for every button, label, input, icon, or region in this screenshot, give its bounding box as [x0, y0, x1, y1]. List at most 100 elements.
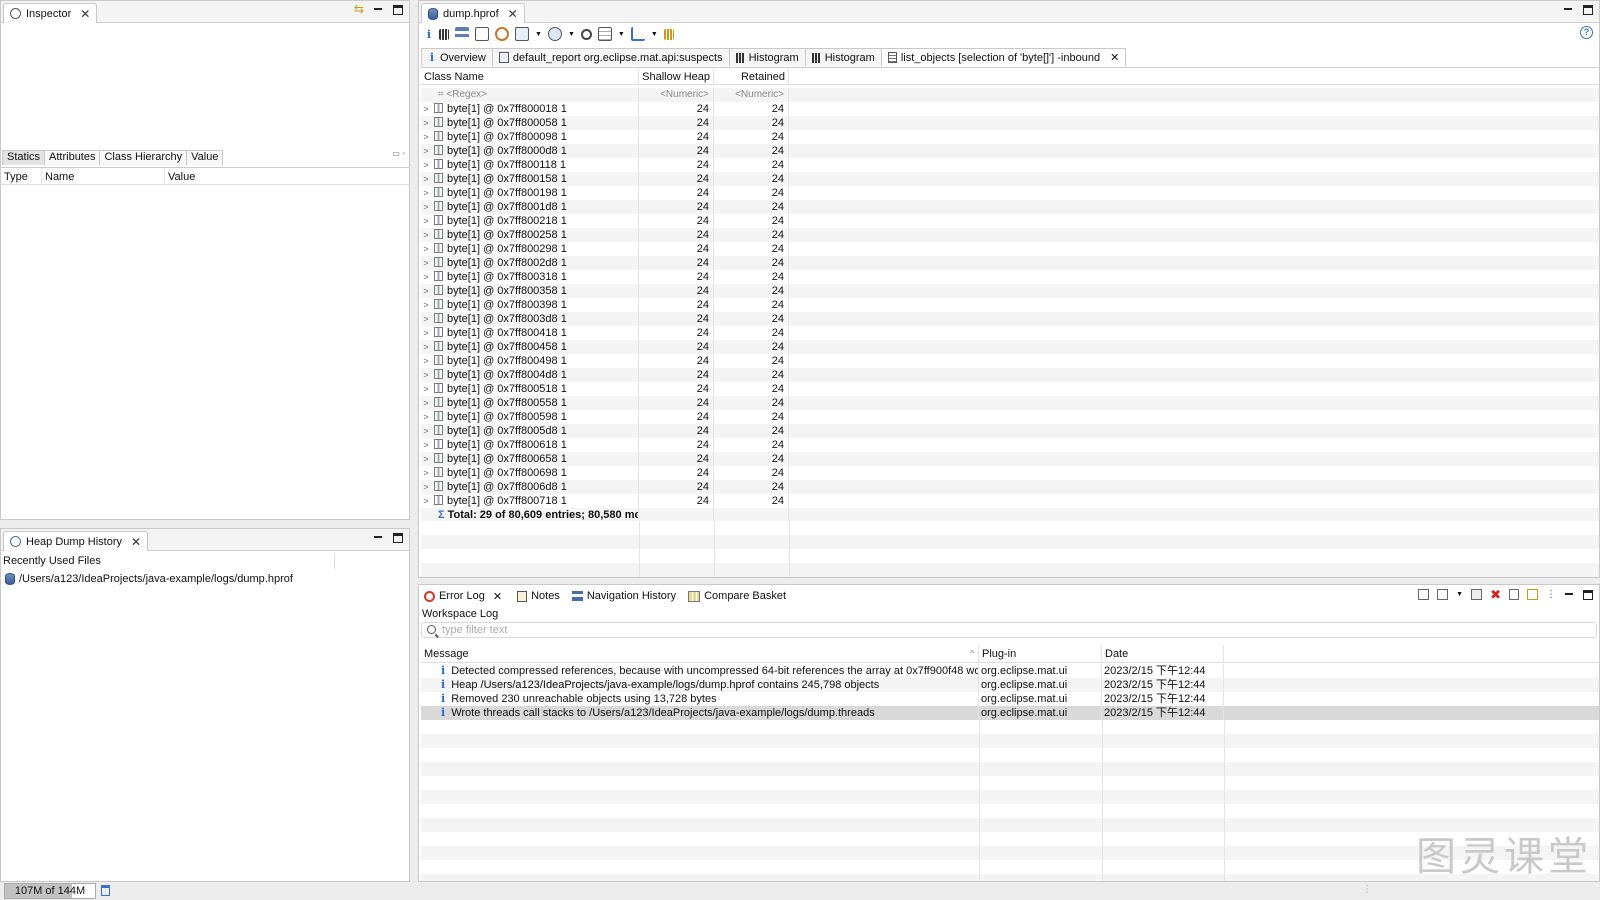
chevron-right-icon[interactable]: >	[421, 256, 431, 270]
table-row[interactable]: > byte[1] @ 0x7ff800198 1 24 24	[421, 186, 1599, 200]
chevron-right-icon[interactable]: >	[421, 284, 431, 298]
log-row[interactable]: i Wrote threads call stacks to /Users/a12…	[421, 706, 1599, 720]
open-log-icon[interactable]	[1509, 589, 1519, 600]
close-icon[interactable]: ✕	[508, 7, 518, 21]
table-row[interactable]: > byte[1] @ 0x7ff800598 1 24 24	[421, 410, 1599, 424]
column-date[interactable]: Date	[1102, 645, 1224, 662]
table-row[interactable]: > byte[1] @ 0x7ff800518 1 24 24	[421, 382, 1599, 396]
table-row[interactable]: > byte[1] @ 0x7ff800118 1 24 24	[421, 158, 1599, 172]
table-row[interactable]: > byte[1] @ 0x7ff800318 1 24 24	[421, 270, 1599, 284]
chevron-down-icon[interactable]: ▼	[1456, 591, 1463, 598]
minimize-icon[interactable]	[373, 532, 384, 543]
table-row[interactable]: > byte[1] @ 0x7ff800458 1 24 24	[421, 340, 1599, 354]
column-value[interactable]: Value	[165, 168, 409, 184]
column-retained-heap[interactable]: Retained Heap	[714, 68, 789, 101]
tab-notes[interactable]: Notes	[517, 590, 560, 602]
table-row[interactable]: > byte[1] @ 0x7ff800158 1 24 24	[421, 172, 1599, 186]
maximize-icon[interactable]	[393, 5, 403, 15]
chevron-right-icon[interactable]: >	[421, 452, 431, 466]
table-row[interactable]: > byte[1] @ 0x7ff8006d8 1 24 24	[421, 480, 1599, 494]
log-filter-input[interactable]: type filter text	[421, 622, 1597, 638]
oql-icon[interactable]	[475, 27, 489, 41]
chevron-right-icon[interactable]: >	[421, 130, 431, 144]
chevron-right-icon[interactable]: >	[421, 480, 431, 494]
retained-filter[interactable]: <Numeric>	[714, 88, 789, 102]
recent-file-item[interactable]: /Users/a123/IdeaProjects/java-example/lo…	[5, 573, 293, 585]
column-name[interactable]: Name	[42, 168, 165, 184]
import-log-icon[interactable]	[1437, 589, 1449, 600]
run-report-icon[interactable]	[515, 27, 529, 41]
chevron-right-icon[interactable]: >	[421, 438, 431, 452]
compare-histogram-icon[interactable]	[663, 28, 674, 40]
chevron-right-icon[interactable]: >	[421, 158, 431, 172]
table-row[interactable]: > byte[1] @ 0x7ff8003d8 1 24 24	[421, 312, 1599, 326]
thread-overview-icon[interactable]	[495, 27, 509, 41]
table-row[interactable]: > byte[1] @ 0x7ff8005d8 1 24 24	[421, 424, 1599, 438]
chevron-right-icon[interactable]: >	[421, 144, 431, 158]
tab-class-hierarchy[interactable]: Class Hierarchy	[99, 150, 188, 165]
tab-histogram-1[interactable]: Histogram	[728, 48, 806, 66]
export-icon[interactable]	[630, 27, 645, 41]
tab-navigation-history[interactable]: Navigation History	[571, 590, 676, 602]
chevron-right-icon[interactable]: >	[421, 424, 431, 438]
heap-history-tab[interactable]: Heap Dump History ✕	[3, 531, 149, 551]
query-browser-icon[interactable]	[547, 27, 562, 41]
tab-list-objects[interactable]: list_objects [selection of 'byte[]'] -in…	[880, 48, 1127, 66]
log-row[interactable]: i Heap /Users/a123/IdeaProjects/java-exam…	[421, 678, 1599, 692]
close-icon[interactable]: ✕	[131, 535, 141, 549]
table-row[interactable]: > byte[1] @ 0x7ff8002d8 1 24 24	[421, 256, 1599, 270]
close-icon[interactable]: ✕	[80, 7, 90, 21]
table-row[interactable]: > byte[1] @ 0x7ff8000d8 1 24 24	[421, 144, 1599, 158]
tab-default-report[interactable]: default_report org.eclipse.mat.api:suspe…	[491, 48, 730, 66]
tab-histogram-2[interactable]: Histogram	[804, 48, 882, 66]
heap-status[interactable]: 107M of 144M	[4, 883, 96, 899]
table-row[interactable]: > byte[1] @ 0x7ff8004d8 1 24 24	[421, 368, 1599, 382]
dominator-tree-icon[interactable]	[455, 27, 469, 41]
close-icon[interactable]: ✕	[493, 590, 502, 603]
shallow-filter[interactable]: <Numeric>	[639, 88, 714, 102]
column-class-name[interactable]: Class Name	[421, 68, 639, 84]
chevron-right-icon[interactable]: >	[421, 214, 431, 228]
export-log-icon[interactable]	[1418, 589, 1430, 600]
tab-statics[interactable]: Statics	[2, 150, 46, 165]
table-row[interactable]: > byte[1] @ 0x7ff800018 1 24 24	[421, 102, 1599, 116]
maximize-icon[interactable]	[1583, 5, 1593, 15]
tab-overview[interactable]: i Overview	[421, 48, 493, 66]
delete-log-icon[interactable]: ✖	[1490, 588, 1501, 601]
table-row[interactable]: > byte[1] @ 0x7ff800058 1 24 24	[421, 116, 1599, 130]
chevron-right-icon[interactable]: >	[421, 410, 431, 424]
chevron-right-icon[interactable]: >	[421, 340, 431, 354]
table-row[interactable]: > byte[1] @ 0x7ff800218 1 24 24	[421, 214, 1599, 228]
chevron-right-icon[interactable]: >	[421, 354, 431, 368]
chevron-right-icon[interactable]: >	[421, 326, 431, 340]
minimize-icon[interactable]	[1564, 589, 1575, 600]
table-row[interactable]: > byte[1] @ 0x7ff800718 1 24 24	[421, 494, 1599, 508]
editor-tab-dump[interactable]: dump.hprof ✕	[421, 3, 525, 23]
minimize-icon[interactable]	[373, 4, 384, 15]
chevron-right-icon[interactable]: >	[421, 242, 431, 256]
chevron-down-icon[interactable]: ▼	[651, 31, 658, 38]
chevron-right-icon[interactable]: >	[421, 116, 431, 130]
tab-compare-basket[interactable]: Compare Basket	[688, 590, 786, 602]
table-row[interactable]: > byte[1] @ 0x7ff800358 1 24 24	[421, 284, 1599, 298]
chevron-right-icon[interactable]: >	[421, 312, 431, 326]
chevron-right-icon[interactable]: >	[421, 466, 431, 480]
chevron-right-icon[interactable]: >	[421, 186, 431, 200]
table-row[interactable]: > byte[1] @ 0x7ff800298 1 24 24	[421, 242, 1599, 256]
chevron-down-icon[interactable]: ▼	[535, 31, 542, 38]
histogram-icon[interactable]	[439, 28, 449, 40]
table-row[interactable]: > byte[1] @ 0x7ff800098 1 24 24	[421, 130, 1599, 144]
table-row[interactable]: > byte[1] @ 0x7ff800658 1 24 24	[421, 452, 1599, 466]
table-row[interactable]: > byte[1] @ 0x7ff800398 1 24 24	[421, 298, 1599, 312]
restore-log-icon[interactable]	[1527, 589, 1538, 600]
maximize-icon[interactable]	[393, 533, 403, 543]
table-row[interactable]: > byte[1] @ 0x7ff800618 1 24 24	[421, 438, 1599, 452]
table-row[interactable]: > byte[1] @ 0x7ff800418 1 24 24	[421, 326, 1599, 340]
chevron-right-icon[interactable]: >	[421, 200, 431, 214]
column-message[interactable]: Message ^	[421, 645, 979, 662]
chevron-right-icon[interactable]: >	[421, 494, 431, 508]
chevron-right-icon[interactable]: >	[421, 228, 431, 242]
column-type[interactable]: Type	[1, 168, 42, 184]
tab-attributes[interactable]: Attributes	[44, 150, 101, 165]
log-row[interactable]: i Detected compressed references, because…	[421, 664, 1599, 678]
